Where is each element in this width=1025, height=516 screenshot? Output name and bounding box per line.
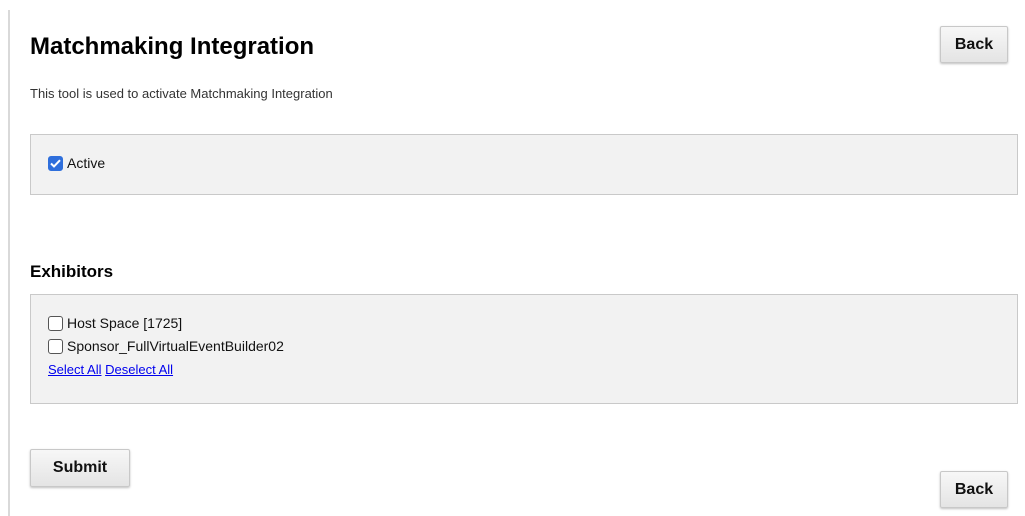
active-checkbox[interactable] [48,155,63,171]
left-divider [8,10,10,516]
page-description: This tool is used to activate Matchmakin… [30,86,333,101]
exhibitor-label: Sponsor_FullVirtualEventBuilder02 [67,338,284,354]
exhibitor-checkbox[interactable] [48,315,63,331]
deselect-all-link[interactable]: Deselect All [105,362,173,377]
active-panel: Active [30,134,1018,195]
exhibitor-item[interactable]: Host Space [1725] [48,315,182,331]
back-button-top[interactable]: Back [940,26,1008,63]
exhibitors-panel: Host Space [1725] Sponsor_FullVirtualEve… [30,294,1018,404]
exhibitor-item[interactable]: Sponsor_FullVirtualEventBuilder02 [48,338,284,354]
selection-links: Select All Deselect All [48,362,173,377]
select-all-link[interactable]: Select All [48,362,101,377]
exhibitors-heading: Exhibitors [30,262,114,281]
checkmark-icon [50,159,61,168]
active-checkbox-row[interactable]: Active [48,155,105,171]
exhibitor-label: Host Space [1725] [67,315,183,331]
page: Matchmaking Integration Back This tool i… [0,0,1025,516]
submit-button[interactable]: Submit [30,449,130,487]
active-label: Active [67,155,106,171]
page-title: Matchmaking Integration [30,33,315,60]
back-button-bottom[interactable]: Back [940,471,1008,508]
exhibitor-checkbox[interactable] [48,338,63,354]
